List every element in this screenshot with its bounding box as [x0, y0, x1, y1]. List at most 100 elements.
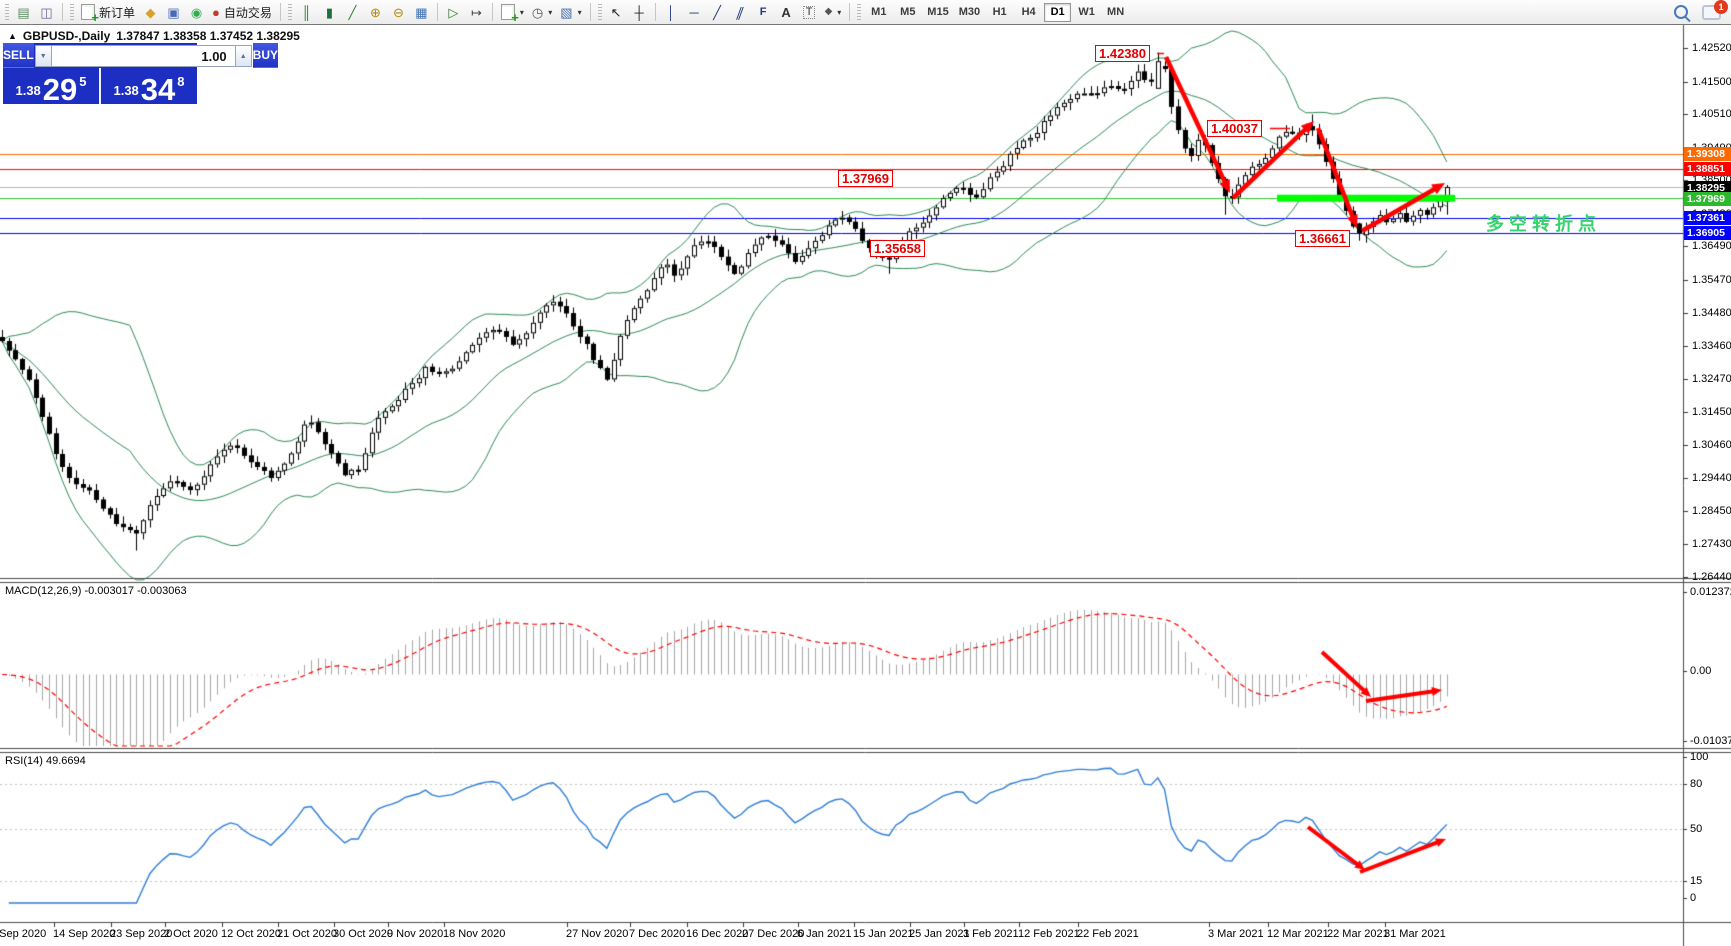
signals-button[interactable]: ◉ — [185, 2, 208, 23]
toolbar-separator — [279, 3, 281, 21]
zoom-out-button[interactable]: ⊖ — [387, 2, 410, 23]
new-order-icon — [81, 4, 99, 25]
timeframe-m15[interactable]: M15 — [923, 3, 952, 22]
search-icon[interactable] — [1674, 5, 1688, 19]
price-annotation-label[interactable]: 1.40037 — [1207, 120, 1262, 137]
price-axis-tick: 1.30460 — [1692, 439, 1731, 451]
new-chart-button[interactable]: ▤ — [12, 2, 35, 23]
timeframe-h1[interactable]: H1 — [986, 3, 1013, 22]
price-tag: 1.39308 — [1684, 147, 1731, 161]
timeframe-h4[interactable]: H4 — [1015, 3, 1042, 22]
buy-button[interactable]: BUY — [252, 43, 279, 68]
sell-price-sup: 5 — [79, 74, 87, 89]
text-button[interactable]: A — [775, 2, 798, 23]
sell-price[interactable]: 1.38 29 5 — [3, 68, 101, 107]
channel-button[interactable]: ∥ — [729, 2, 752, 23]
horizontal-line-button[interactable]: ─ — [683, 2, 706, 23]
toolbar-grip[interactable] — [857, 4, 862, 20]
symbol-ohlc: 1.37847 1.38358 1.37452 1.38295 — [116, 29, 300, 43]
crosshair-icon: ┼ — [634, 4, 644, 20]
chart-shift-button[interactable]: ▷ — [442, 2, 465, 23]
history-center-button[interactable]: ◆ — [139, 2, 162, 23]
macd-label: MACD(12,26,9) -0.003017 -0.003063 — [5, 585, 187, 597]
buy-price[interactable]: 1.38 34 8 — [101, 68, 197, 107]
notifications-icon[interactable]: 1 — [1702, 0, 1728, 20]
templates-icon: ▧ — [560, 4, 573, 20]
toolbar-grip[interactable] — [287, 4, 292, 20]
price-tag: 1.37361 — [1684, 211, 1731, 225]
data-window-button[interactable]: ◫ — [35, 2, 58, 23]
zoom-in-button[interactable]: ⊕ — [364, 2, 387, 23]
dropdown-icon: ▾ — [519, 7, 524, 17]
auto-scroll-button[interactable]: ↦ — [465, 2, 488, 23]
date-axis-label: 12 Oct 2020 — [221, 928, 281, 940]
trendline-button[interactable]: ╱ — [706, 2, 729, 23]
sell-price-big: 29 — [42, 72, 78, 107]
date-axis-label: 9 Nov 2020 — [387, 928, 444, 940]
price-annotation-label[interactable]: 1.36661 — [1295, 230, 1350, 247]
candlestick-button[interactable]: ▮ — [318, 2, 341, 23]
text-icon: A — [781, 4, 791, 20]
price-axis-tick: 1.28450 — [1692, 505, 1731, 517]
timeframe-m1[interactable]: M1 — [865, 3, 892, 22]
price-annotation-label[interactable]: 1.35658 — [870, 240, 925, 257]
periods-button[interactable]: ◷ ▾ — [528, 2, 556, 23]
price-axis-tick: 1.29440 — [1692, 472, 1731, 484]
timeframe-m5[interactable]: M5 — [894, 3, 921, 22]
bar-chart-icon: ║ — [301, 4, 311, 20]
crosshair-button[interactable]: ┼ — [628, 2, 651, 23]
cursor-icon: ↖ — [610, 4, 622, 20]
notification-badge: 1 — [1714, 0, 1728, 14]
date-axis-label: 18 Nov 2020 — [443, 928, 506, 940]
turning-point-note[interactable]: 多空转折点 — [1486, 210, 1601, 236]
vertical-line-button[interactable]: │ — [660, 2, 683, 23]
date-axis-label: 15 Jan 2021 — [853, 928, 914, 940]
auto-trading-button[interactable]: ● 自动交易 — [208, 2, 276, 23]
price-axis-tick: 1.42520 — [1692, 42, 1731, 54]
timeframe-d1[interactable]: D1 — [1044, 2, 1072, 22]
toolbar-grip[interactable] — [597, 4, 602, 20]
shapes-button[interactable]: ◆ ▾ — [821, 2, 846, 23]
sell-button[interactable]: SELL — [3, 43, 34, 68]
toolbar-grip[interactable] — [70, 4, 74, 20]
rsi-axis-label: 50 — [1690, 823, 1703, 835]
data-window-icon: ◫ — [40, 4, 53, 20]
toolbar-grip[interactable] — [5, 4, 9, 20]
auto-trading-label: 自动交易 — [223, 5, 272, 20]
auto-trading-icon: ● — [212, 4, 220, 20]
price-annotation-label[interactable]: 1.42380 — [1095, 45, 1150, 62]
bar-chart-button[interactable]: ║ — [295, 2, 318, 23]
collapse-icon[interactable]: ▲ — [8, 31, 17, 41]
date-axis-label: 22 Mar 2021 — [1327, 928, 1389, 940]
cursor-button[interactable]: ↖ — [605, 2, 628, 23]
new-order-button[interactable]: 新订单 — [77, 2, 139, 25]
text-label-button[interactable]: T — [798, 2, 821, 23]
timeframe-m30[interactable]: M30 — [955, 3, 984, 22]
date-axis-label: 25 Jan 2021 — [909, 928, 970, 940]
terminal-button[interactable]: ▣ — [162, 2, 185, 23]
date-axis-label: 12 Mar 2021 — [1267, 928, 1329, 940]
fibonacci-button[interactable]: F — [752, 2, 775, 23]
toolbar-separator — [589, 3, 591, 21]
buy-price-big: 34 — [140, 72, 176, 107]
symbol-name: GBPUSD-,Daily — [22, 29, 111, 43]
equidistant-channel-icon: ∥ — [734, 4, 747, 20]
buy-price-prefix: 1.38 — [113, 83, 139, 98]
price-chart-canvas[interactable] — [0, 0, 1731, 946]
dropdown-icon: ▾ — [577, 7, 582, 17]
periods-icon: ◷ — [531, 4, 544, 20]
auto-scroll-icon: ↦ — [470, 4, 482, 20]
volume-input[interactable] — [51, 45, 235, 67]
templates-button[interactable]: ▧ ▾ — [556, 2, 585, 23]
timeframe-mn[interactable]: MN — [1102, 3, 1129, 22]
date-axis-label: 27 Dec 2020 — [742, 928, 805, 940]
volume-down-button[interactable]: ▼ — [34, 45, 52, 67]
line-chart-button[interactable]: ╱ — [341, 2, 364, 23]
indicators-button[interactable]: ▾ — [497, 2, 528, 25]
macd-axis-label: -0.010374 — [1690, 735, 1731, 747]
tile-windows-button[interactable]: ▦ — [410, 2, 433, 23]
timeframe-w1[interactable]: W1 — [1073, 3, 1100, 22]
price-annotation-label[interactable]: 1.37969 — [838, 170, 893, 187]
volume-up-button[interactable]: ▲ — [234, 45, 252, 67]
rsi-axis-label: 15 — [1690, 875, 1703, 887]
